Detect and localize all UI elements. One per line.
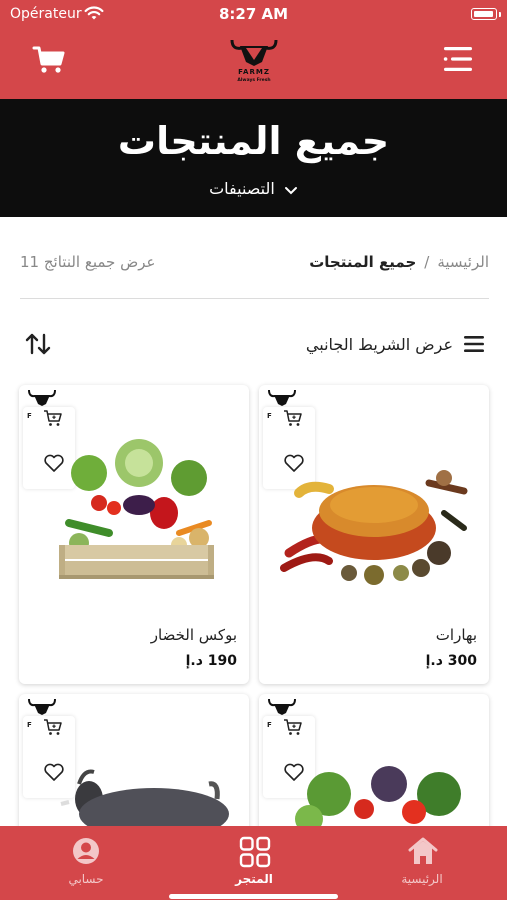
product-card[interactable]: F xyxy=(19,694,249,834)
bull-logo-icon xyxy=(268,698,296,715)
page-banner: جميع المنتجات التصنيفات xyxy=(0,99,507,217)
sidebar-toggle-label: عرض الشريط الجانبي xyxy=(305,334,453,354)
breadcrumb-current: جميع المنتجات xyxy=(309,253,417,271)
breadcrumb-row: عرض جميع النتائج 11 الرئيسية / جميع المنتج… xyxy=(20,250,489,276)
status-bar: Opérateur 8:27 AM xyxy=(0,0,507,30)
brand-name: FARMZ xyxy=(238,68,270,76)
goat-image xyxy=(60,769,229,834)
breadcrumb: الرئيسية / جميع المنتجات xyxy=(309,253,489,271)
product-card[interactable]: F بهارات 300 د.إ xyxy=(259,385,489,684)
add-to-cart-icon[interactable] xyxy=(283,409,303,427)
card-brand-mark: F xyxy=(267,721,272,729)
vegetables-image xyxy=(295,766,461,833)
categories-label: التصنيفات xyxy=(209,179,275,198)
nav-item-store[interactable]: المتجر xyxy=(194,826,314,900)
vegetable-crate-image xyxy=(59,439,214,579)
cart-icon[interactable] xyxy=(32,44,66,76)
add-to-cart-icon[interactable] xyxy=(43,718,63,736)
add-to-cart-icon[interactable] xyxy=(283,718,303,736)
card-brand-mark: F xyxy=(27,412,32,420)
app-header: Opérateur 8:27 AM FARMZ Always Fresh xyxy=(0,0,507,99)
brand-logo[interactable]: FARMZ Always Fresh xyxy=(222,34,286,88)
bull-logo-icon xyxy=(28,698,56,715)
nav-label: حسابي xyxy=(68,872,104,886)
product-name: بهارات xyxy=(435,626,477,644)
home-icon xyxy=(408,837,438,864)
nav-label: الرئيسية xyxy=(401,872,443,886)
account-icon xyxy=(73,838,99,864)
bottom-nav: حسابي المتجر الرئيسية xyxy=(0,826,507,900)
sidebar-toggle-button[interactable]: عرض الشريط الجانبي xyxy=(306,331,485,357)
home-indicator xyxy=(169,894,338,899)
nav-item-account[interactable]: حسابي xyxy=(26,826,146,900)
bull-logo-icon xyxy=(268,389,296,406)
categories-dropdown[interactable]: التصنيفات xyxy=(0,179,507,198)
product-card[interactable]: F بوكس الخضار 190 د.إ xyxy=(19,385,249,684)
nav-label: المتجر xyxy=(235,872,273,886)
card-brand-mark: F xyxy=(267,412,272,420)
results-count: عرض جميع النتائج 11 xyxy=(20,253,156,271)
bull-logo-icon xyxy=(28,389,56,406)
grid-icon xyxy=(239,836,271,868)
breadcrumb-home-link[interactable]: الرئيسية xyxy=(437,253,489,271)
list-icon xyxy=(464,336,484,352)
bull-logo-icon xyxy=(230,39,278,66)
product-name: بوكس الخضار xyxy=(150,626,237,644)
page-title: جميع المنتجات xyxy=(117,119,390,163)
spices-image xyxy=(280,470,468,585)
add-to-cart-icon[interactable] xyxy=(43,409,63,427)
menu-icon[interactable] xyxy=(441,44,475,74)
nav-item-home[interactable]: الرئيسية xyxy=(362,826,482,900)
card-brand-mark: F xyxy=(27,721,32,729)
battery-icon xyxy=(471,8,497,20)
clock: 8:27 AM xyxy=(218,5,289,23)
divider xyxy=(20,298,489,299)
product-price: 300 د.إ xyxy=(425,653,477,669)
chevron-down-icon xyxy=(284,186,297,194)
sort-arrows-icon[interactable] xyxy=(24,331,52,357)
brand-tagline: Always Fresh xyxy=(237,78,271,83)
breadcrumb-separator: / xyxy=(424,253,430,271)
product-price: 190 د.إ xyxy=(185,653,237,669)
product-card[interactable]: F xyxy=(259,694,489,834)
